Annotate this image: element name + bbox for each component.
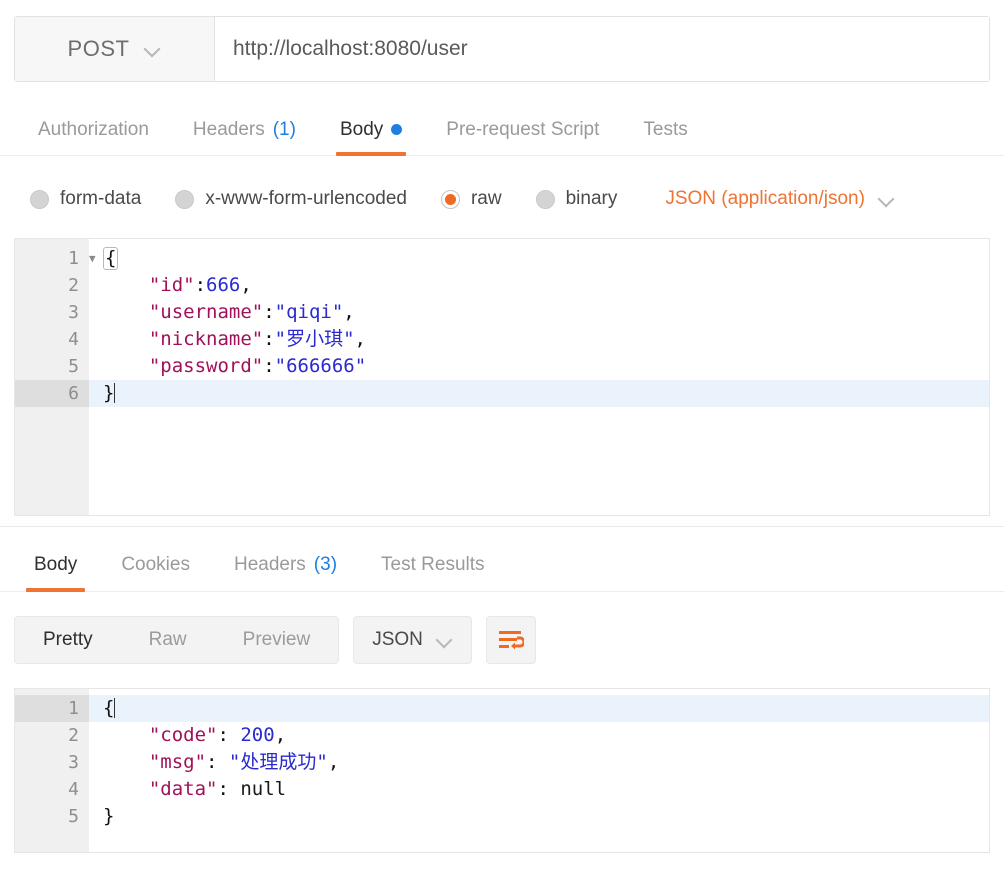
- code-line[interactable]: "msg": "处理成功",: [89, 749, 989, 776]
- line-number: 1▼: [15, 245, 95, 272]
- response-body-editor[interactable]: 1▼ 2 3 4 5 { "code": 200, "msg": "处理成功", "da…: [14, 688, 990, 853]
- response-view-mode-group: Pretty Raw Preview: [14, 616, 340, 664]
- line-number: 6: [15, 380, 89, 407]
- tab-body[interactable]: Body: [318, 104, 424, 156]
- request-editor-code[interactable]: { "id":666, "username":"qiqi", "nickname…: [89, 239, 989, 515]
- code-line[interactable]: "code": 200,: [89, 722, 989, 749]
- tab-authorization[interactable]: Authorization: [16, 104, 171, 155]
- radio-label: x-www-form-urlencoded: [205, 188, 407, 209]
- radio-label: binary: [565, 188, 618, 209]
- tab-label: Test Results: [381, 553, 485, 575]
- line-number: 2: [68, 725, 79, 746]
- radio-label: raw: [470, 188, 502, 209]
- tab-label: Headers: [233, 553, 306, 575]
- response-tab-cookies[interactable]: Cookies: [99, 538, 212, 591]
- headers-count-badge: (1): [272, 118, 296, 140]
- request-editor-gutter: 1 ▼ 2 3 4 5 6: [15, 239, 96, 515]
- tab-tests[interactable]: Tests: [621, 104, 709, 155]
- tab-headers[interactable]: Headers (1): [171, 104, 318, 155]
- text-caret: [114, 698, 116, 718]
- response-tab-body[interactable]: Body: [12, 538, 99, 592]
- view-mode-label: Pretty: [43, 629, 93, 650]
- code-line[interactable]: }: [89, 803, 989, 830]
- tab-label: Pre-request Script: [446, 118, 600, 140]
- code-line[interactable]: "username":"qiqi",: [89, 299, 989, 326]
- response-toolbar: Pretty Raw Preview JSON: [0, 600, 1004, 680]
- word-wrap-button[interactable]: [485, 616, 536, 664]
- line-number: 1▼: [15, 695, 96, 722]
- code-line[interactable]: "id":666,: [89, 272, 989, 299]
- request-body-editor[interactable]: 1 ▼ 2 3 4 5 6 { "id":666, "username":"qiqi", "…: [14, 238, 990, 516]
- tab-label: Authorization: [38, 118, 149, 140]
- code-line[interactable]: "nickname":"罗小琪",: [89, 326, 989, 353]
- response-tab-test-results[interactable]: Test Results: [359, 538, 506, 591]
- view-mode-raw[interactable]: Raw: [121, 617, 215, 663]
- request-tab-bar: Authorization Headers (1) Body Pre-reque…: [0, 104, 1004, 156]
- chevron-down-icon: [879, 191, 895, 207]
- line-number: 5: [68, 356, 79, 377]
- code-line[interactable]: }: [89, 380, 989, 407]
- code-line[interactable]: {: [89, 245, 989, 272]
- response-headers-count-badge: (3): [313, 553, 338, 575]
- view-mode-preview[interactable]: Preview: [215, 617, 339, 663]
- text-caret: [114, 383, 116, 403]
- tab-pre-request-script[interactable]: Pre-request Script: [424, 104, 621, 155]
- line-number: 4: [68, 329, 79, 350]
- response-tab-headers[interactable]: Headers (3): [212, 538, 359, 591]
- line-number: 3: [68, 302, 79, 323]
- line-number: 3: [68, 752, 79, 773]
- tab-label: Headers: [192, 118, 265, 140]
- body-modified-dot-icon: [391, 124, 403, 135]
- window-top-strip: [0, 0, 1004, 14]
- line-number: 4: [68, 779, 79, 800]
- content-type-dropdown[interactable]: JSON (application/json): [665, 188, 895, 210]
- http-method-label: POST: [67, 36, 130, 61]
- response-tab-bar: Body Cookies Headers (3) Test Results: [0, 538, 1004, 592]
- radio-icon: [535, 189, 555, 209]
- chevron-down-icon: [437, 632, 453, 648]
- radio-option-raw[interactable]: raw: [440, 188, 502, 210]
- radio-option-binary[interactable]: binary: [535, 188, 618, 210]
- response-editor-gutter: 1▼ 2 3 4 5: [15, 689, 96, 852]
- http-method-dropdown[interactable]: POST: [15, 17, 215, 81]
- response-format-label: JSON: [372, 629, 423, 650]
- panel-divider[interactable]: [0, 526, 1004, 531]
- radio-label: form-data: [60, 188, 142, 209]
- tab-label: Body: [34, 553, 78, 575]
- postman-window: POST http://localhost:8080/user Authoriz…: [0, 0, 1004, 870]
- radio-icon: [175, 189, 195, 209]
- bottom-filler: [0, 853, 1004, 870]
- body-type-selector: form-data x-www-form-urlencoded raw bina…: [0, 168, 1004, 230]
- tab-label: Tests: [643, 118, 688, 140]
- radio-icon-selected: [440, 189, 460, 209]
- code-line[interactable]: {: [89, 695, 989, 722]
- tab-label: Cookies: [121, 553, 190, 575]
- line-number: 2: [68, 275, 79, 296]
- chevron-down-icon: [145, 41, 161, 57]
- word-wrap-icon: [498, 631, 524, 650]
- tab-label: Body: [339, 118, 384, 140]
- radio-option-form-data[interactable]: form-data: [30, 188, 141, 210]
- view-mode-pretty[interactable]: Pretty: [15, 617, 121, 663]
- request-url-bar: POST http://localhost:8080/user: [14, 16, 990, 82]
- line-number: 5: [68, 806, 79, 827]
- view-mode-label: Raw: [148, 629, 187, 650]
- view-mode-label: Preview: [242, 629, 311, 650]
- content-type-label: JSON (application/json): [665, 188, 865, 209]
- response-editor-code[interactable]: { "code": 200, "msg": "处理成功", "data": nu…: [89, 689, 989, 852]
- code-line[interactable]: "password":"666666": [89, 353, 989, 380]
- request-url-text: http://localhost:8080/user: [233, 37, 468, 60]
- radio-option-x-www-form-urlencoded[interactable]: x-www-form-urlencoded: [175, 188, 407, 210]
- radio-icon: [30, 189, 49, 209]
- request-url-input[interactable]: http://localhost:8080/user: [215, 17, 989, 81]
- response-format-dropdown[interactable]: JSON: [353, 616, 472, 664]
- code-line[interactable]: "data": null: [89, 776, 989, 803]
